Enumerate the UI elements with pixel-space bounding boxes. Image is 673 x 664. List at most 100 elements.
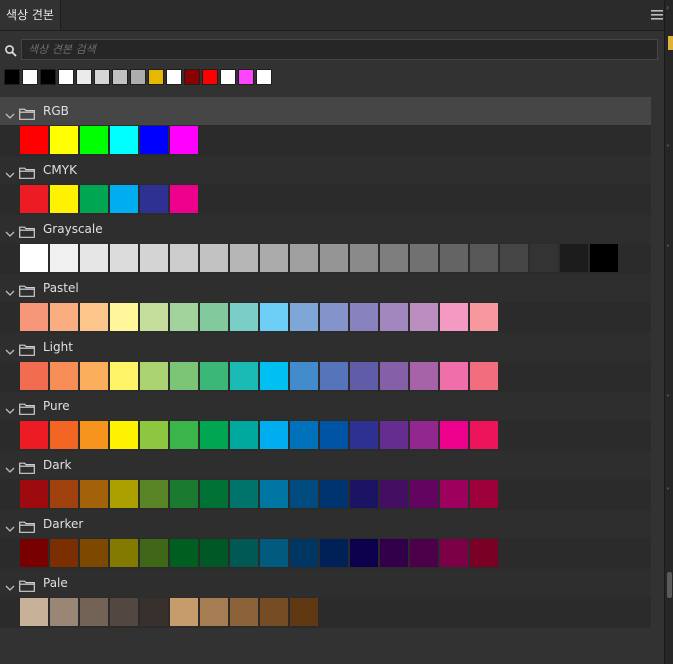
color-swatch[interactable] xyxy=(110,421,138,449)
color-swatch[interactable] xyxy=(260,598,288,626)
color-swatch[interactable] xyxy=(260,480,288,508)
color-swatch[interactable] xyxy=(170,185,198,213)
chevron-down-icon[interactable] xyxy=(5,342,15,355)
group-header[interactable]: Darker xyxy=(0,510,651,538)
color-swatch[interactable] xyxy=(50,185,78,213)
chevron-down-icon[interactable] xyxy=(5,106,15,119)
color-swatch[interactable] xyxy=(560,244,588,272)
recent-swatch[interactable] xyxy=(130,69,146,85)
chevron-down-icon[interactable] xyxy=(5,519,15,532)
color-swatch[interactable] xyxy=(110,126,138,154)
color-swatch[interactable] xyxy=(80,303,108,331)
color-swatch[interactable] xyxy=(410,421,438,449)
color-swatch[interactable] xyxy=(410,480,438,508)
color-swatch[interactable] xyxy=(260,539,288,567)
color-swatch[interactable] xyxy=(110,362,138,390)
recent-swatch[interactable] xyxy=(112,69,128,85)
color-swatch[interactable] xyxy=(230,421,258,449)
color-swatch[interactable] xyxy=(440,303,468,331)
color-swatch[interactable] xyxy=(80,421,108,449)
color-swatch[interactable] xyxy=(170,244,198,272)
color-swatch[interactable] xyxy=(410,303,438,331)
color-swatch[interactable] xyxy=(380,244,408,272)
color-swatch[interactable] xyxy=(290,303,318,331)
hamburger-menu-icon[interactable] xyxy=(650,9,664,21)
color-swatch[interactable] xyxy=(50,421,78,449)
color-swatch[interactable] xyxy=(140,598,168,626)
color-swatch[interactable] xyxy=(290,421,318,449)
color-swatch[interactable] xyxy=(170,598,198,626)
color-swatch[interactable] xyxy=(440,421,468,449)
chevron-down-icon[interactable] xyxy=(5,460,15,473)
recent-swatch[interactable] xyxy=(22,69,38,85)
group-header[interactable]: Pale xyxy=(0,569,651,597)
color-swatch[interactable] xyxy=(290,244,318,272)
recent-swatch[interactable] xyxy=(220,69,236,85)
color-swatch[interactable] xyxy=(470,362,498,390)
color-swatch[interactable] xyxy=(80,185,108,213)
color-swatch[interactable] xyxy=(20,303,48,331)
group-header[interactable]: RGB xyxy=(0,97,651,125)
color-swatch[interactable] xyxy=(380,303,408,331)
color-swatch[interactable] xyxy=(20,244,48,272)
recent-swatch[interactable] xyxy=(238,69,254,85)
color-swatch[interactable] xyxy=(590,244,618,272)
color-swatch[interactable] xyxy=(140,185,168,213)
recent-swatch[interactable] xyxy=(202,69,218,85)
color-swatch[interactable] xyxy=(440,362,468,390)
group-header[interactable]: CMYK xyxy=(0,156,651,184)
color-swatch[interactable] xyxy=(230,539,258,567)
recent-swatch[interactable] xyxy=(256,69,272,85)
color-swatch[interactable] xyxy=(470,480,498,508)
chevron-down-icon[interactable] xyxy=(5,224,15,237)
color-swatch[interactable] xyxy=(50,539,78,567)
recent-swatch[interactable] xyxy=(4,69,20,85)
color-swatch[interactable] xyxy=(290,480,318,508)
color-swatch[interactable] xyxy=(110,185,138,213)
color-swatch[interactable] xyxy=(470,303,498,331)
color-swatch[interactable] xyxy=(110,539,138,567)
color-swatch[interactable] xyxy=(380,421,408,449)
color-swatch[interactable] xyxy=(260,421,288,449)
color-swatch[interactable] xyxy=(50,480,78,508)
color-swatch[interactable] xyxy=(230,362,258,390)
chevron-down-icon[interactable] xyxy=(5,578,15,591)
color-swatch[interactable] xyxy=(80,539,108,567)
color-swatch[interactable] xyxy=(230,480,258,508)
color-swatch[interactable] xyxy=(350,421,378,449)
color-swatch[interactable] xyxy=(200,598,228,626)
color-swatch[interactable] xyxy=(470,539,498,567)
tab-swatches[interactable]: 색상 견본 xyxy=(0,0,61,30)
group-header[interactable]: Light xyxy=(0,333,651,361)
color-swatch[interactable] xyxy=(200,480,228,508)
color-swatch[interactable] xyxy=(320,539,348,567)
scrollbar-thumb[interactable] xyxy=(667,572,672,598)
group-header[interactable]: Dark xyxy=(0,451,651,479)
color-swatch[interactable] xyxy=(260,362,288,390)
color-swatch[interactable] xyxy=(260,303,288,331)
color-swatch[interactable] xyxy=(170,539,198,567)
color-swatch[interactable] xyxy=(470,421,498,449)
color-swatch[interactable] xyxy=(500,244,528,272)
color-swatch[interactable] xyxy=(440,244,468,272)
color-swatch[interactable] xyxy=(530,244,558,272)
color-swatch[interactable] xyxy=(20,598,48,626)
color-swatch[interactable] xyxy=(230,303,258,331)
color-swatch[interactable] xyxy=(170,421,198,449)
color-swatch[interactable] xyxy=(440,539,468,567)
color-swatch[interactable] xyxy=(230,244,258,272)
color-swatch[interactable] xyxy=(50,244,78,272)
group-header[interactable]: Pastel xyxy=(0,274,651,302)
color-swatch[interactable] xyxy=(230,598,258,626)
color-swatch[interactable] xyxy=(350,303,378,331)
color-swatch[interactable] xyxy=(20,126,48,154)
color-swatch[interactable] xyxy=(80,244,108,272)
color-swatch[interactable] xyxy=(410,244,438,272)
color-swatch[interactable] xyxy=(140,126,168,154)
color-swatch[interactable] xyxy=(380,539,408,567)
color-swatch[interactable] xyxy=(200,362,228,390)
color-swatch[interactable] xyxy=(110,244,138,272)
color-swatch[interactable] xyxy=(80,480,108,508)
color-swatch[interactable] xyxy=(170,362,198,390)
color-swatch[interactable] xyxy=(200,421,228,449)
